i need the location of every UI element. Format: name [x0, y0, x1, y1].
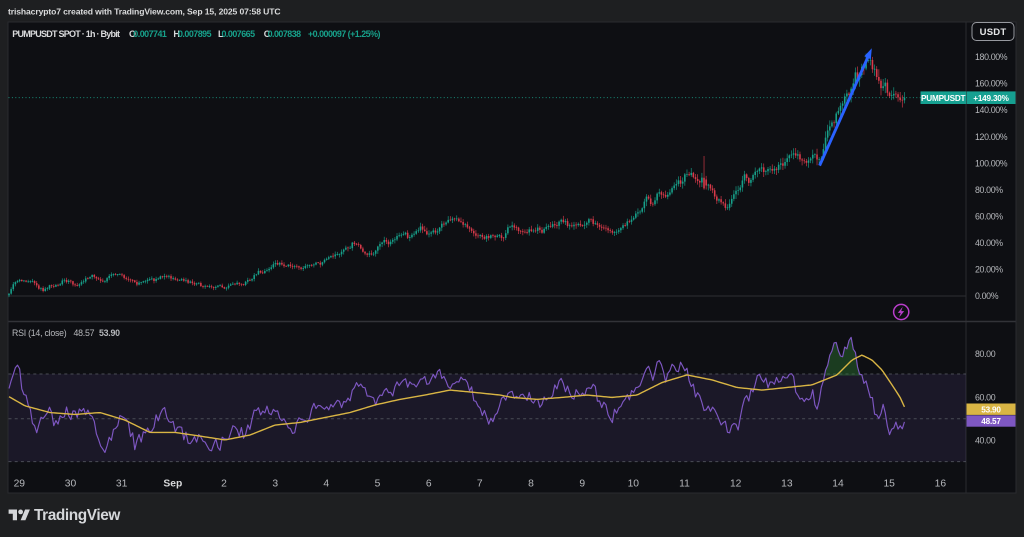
svg-text:120.00%: 120.00% [975, 132, 1008, 142]
svg-text:2: 2 [221, 479, 227, 490]
svg-text:40.00%: 40.00% [975, 238, 1003, 248]
svg-text:60.00%: 60.00% [975, 212, 1003, 222]
svg-text:Sep: Sep [163, 479, 182, 490]
svg-text:0.007838: 0.007838 [268, 29, 302, 39]
svg-text:31: 31 [116, 479, 128, 490]
svg-text:PUMPUSDT: PUMPUSDT [921, 94, 966, 103]
svg-text:80.00%: 80.00% [975, 185, 1003, 195]
svg-text:4: 4 [323, 479, 329, 490]
svg-text:5: 5 [375, 479, 381, 490]
svg-text:140.00%: 140.00% [975, 105, 1008, 115]
svg-text:7: 7 [477, 479, 483, 490]
svg-text:10: 10 [628, 479, 640, 490]
svg-text:RSI (14, close): RSI (14, close) [12, 328, 67, 338]
svg-text:30: 30 [65, 479, 77, 490]
svg-text:15: 15 [883, 479, 895, 490]
svg-text:160.00%: 160.00% [975, 79, 1008, 89]
svg-text:53.90: 53.90 [99, 328, 120, 338]
svg-text:8: 8 [528, 479, 534, 490]
svg-text:0.007895: 0.007895 [178, 29, 212, 39]
svg-text:40.00: 40.00 [975, 436, 996, 446]
svg-text:11: 11 [679, 479, 690, 490]
svg-text:0.007741: 0.007741 [133, 29, 167, 39]
svg-text:12: 12 [730, 479, 742, 490]
svg-text:+149.30%: +149.30% [973, 94, 1009, 103]
svg-text:48.57: 48.57 [74, 328, 95, 338]
svg-text:180.00%: 180.00% [975, 52, 1008, 62]
svg-text:TradingView: TradingView [34, 507, 120, 524]
svg-text:53.90: 53.90 [981, 405, 1001, 414]
svg-text:16: 16 [935, 479, 947, 490]
svg-text:13: 13 [781, 479, 793, 490]
svg-text:29: 29 [14, 479, 26, 490]
svg-text:0.007665: 0.007665 [222, 29, 256, 39]
svg-text:48.57: 48.57 [981, 417, 1001, 426]
svg-text:100.00%: 100.00% [975, 158, 1008, 168]
svg-text:USDT: USDT [980, 27, 1007, 38]
svg-text:3: 3 [272, 479, 278, 490]
svg-text:+0.000097 (+1.25%): +0.000097 (+1.25%) [308, 29, 380, 39]
svg-text:PUMPUSDT SPOT · 1h · Bybit: PUMPUSDT SPOT · 1h · Bybit [12, 29, 120, 39]
svg-text:9: 9 [579, 479, 585, 490]
svg-text:60.00: 60.00 [975, 392, 996, 402]
svg-text:0.00%: 0.00% [975, 291, 999, 301]
svg-text:20.00%: 20.00% [975, 265, 1003, 275]
svg-text:6: 6 [426, 479, 432, 490]
svg-text:80.00: 80.00 [975, 349, 996, 359]
svg-text:14: 14 [832, 479, 844, 490]
svg-text:trishacrypto7 created with Tra: trishacrypto7 created with TradingView.c… [8, 7, 280, 17]
